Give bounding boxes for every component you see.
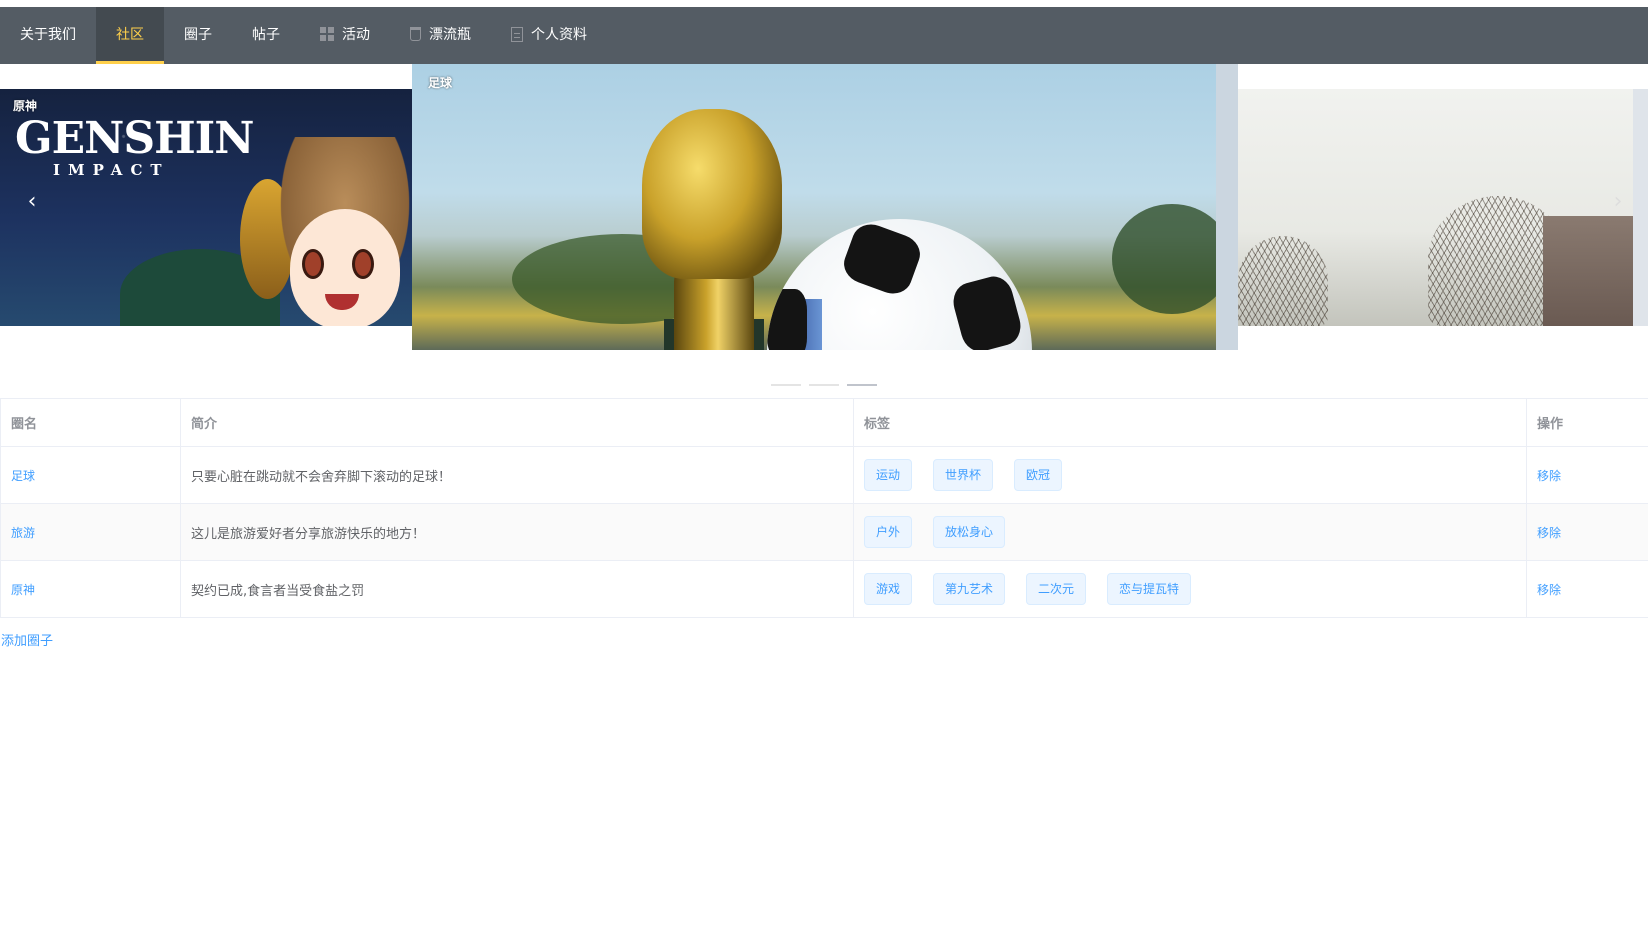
cell-action: 移除 [1526, 446, 1648, 504]
tree-image [1238, 236, 1328, 326]
cell-action: 移除 [1526, 503, 1648, 561]
cell-intro: 只要心脏在跳动就不会舍弃脚下滚动的足球！ [180, 446, 854, 504]
cell-intro: 这儿是旅游爱好者分享旅游快乐的地方！ [180, 503, 854, 561]
add-circle-button[interactable]: 添加圈子 [1, 630, 53, 649]
tag: 运动 [864, 459, 913, 491]
cell-name: 原神 [0, 560, 181, 618]
tag: 恋与提瓦特 [1107, 573, 1192, 605]
carousel-indicator-active[interactable] [847, 384, 877, 386]
cell-name: 足球 [0, 446, 181, 504]
remove-button[interactable]: 移除 [1537, 583, 1561, 597]
building-image [1543, 216, 1633, 326]
nav-item-posts[interactable]: 帖子 [232, 7, 300, 64]
bottle-icon [410, 27, 421, 41]
nav-item-profile[interactable]: 个人资料 [491, 7, 607, 64]
nav-item-drift-bottle[interactable]: 漂流瓶 [390, 7, 491, 64]
cell-name: 旅游 [0, 503, 181, 561]
tag: 欧冠 [1014, 459, 1063, 491]
circle-name-link[interactable]: 足球 [11, 469, 35, 483]
column-header-name: 圈名 [0, 398, 181, 447]
carousel-slide-genshin[interactable]: GENSHIN IMPACT 原神 [0, 89, 412, 326]
character-eye-image [302, 249, 324, 279]
tag: 第九艺术 [933, 573, 1006, 605]
cell-action: 移除 [1526, 560, 1648, 618]
remove-button[interactable]: 移除 [1537, 469, 1561, 483]
trees-image [1112, 204, 1232, 314]
column-header-tags: 标签 [853, 398, 1527, 447]
carousel-indicators [771, 384, 877, 386]
table-row: 原神 契约已成,食言者当受食盐之罚 游戏 第九艺术 二次元 恋与提瓦特 移除 [0, 560, 1648, 618]
nav-item-label: 圈子 [184, 27, 212, 43]
remove-button[interactable]: 移除 [1537, 526, 1561, 540]
slide-edge [1216, 64, 1238, 350]
cell-tags: 运动 世界杯 欧冠 [853, 446, 1527, 504]
circle-name-link[interactable]: 旅游 [11, 526, 35, 540]
nav-item-circles[interactable]: 圈子 [164, 7, 232, 64]
nav-item-community[interactable]: 社区 [96, 7, 164, 64]
nav-item-label: 个人资料 [531, 27, 587, 43]
nav-item-about[interactable]: 关于我们 [0, 7, 96, 64]
carousel: GENSHIN IMPACT 原神 足球 ‹ › [0, 64, 1648, 386]
character-eye-image [352, 249, 374, 279]
table-row: 旅游 这儿是旅游爱好者分享旅游快乐的地方！ 户外 放松身心 移除 [0, 503, 1648, 561]
cell-tags: 游戏 第九艺术 二次元 恋与提瓦特 [853, 560, 1527, 618]
nav-item-label: 漂流瓶 [429, 27, 471, 43]
cell-tags: 户外 放松身心 [853, 503, 1527, 561]
nav-item-label: 关于我们 [20, 27, 76, 43]
carousel-slide-football[interactable]: 足球 [412, 64, 1238, 350]
logo-title: GENSHIN [15, 113, 254, 164]
column-header-intro: 简介 [180, 398, 854, 447]
carousel-indicator[interactable] [771, 384, 801, 386]
football-image [767, 219, 1032, 350]
grid-icon [320, 27, 334, 41]
tag: 世界杯 [933, 459, 994, 491]
genshin-logo: GENSHIN IMPACT [15, 113, 254, 180]
tag: 户外 [864, 516, 913, 548]
chevron-left-icon[interactable]: ‹ [14, 186, 50, 222]
nav-item-label: 帖子 [252, 27, 280, 43]
carousel-indicator[interactable] [809, 384, 839, 386]
circle-table: 圈名 简介 标签 操作 足球 只要心脏在跳动就不会舍弃脚下滚动的足球！ 运动 世… [0, 398, 1648, 618]
cell-intro: 契约已成,食言者当受食盐之罚 [180, 560, 854, 618]
tag: 游戏 [864, 573, 913, 605]
trophy-image [642, 109, 782, 279]
slide-label: 原神 [13, 99, 38, 113]
table-row: 足球 只要心脏在跳动就不会舍弃脚下滚动的足球！ 运动 世界杯 欧冠 移除 [0, 446, 1648, 504]
circle-name-link[interactable]: 原神 [11, 583, 35, 597]
page: 关于我们 社区 圈子 帖子 活动 漂流瓶 个人资料 GENSHIN IMPACT… [0, 0, 1648, 932]
tag: 放松身心 [933, 516, 1006, 548]
column-header-action: 操作 [1526, 398, 1648, 447]
tag: 二次元 [1026, 573, 1087, 605]
carousel-slide-travel[interactable] [1238, 89, 1633, 326]
nav-item-label: 活动 [342, 27, 370, 43]
chevron-right-icon[interactable]: › [1600, 186, 1636, 222]
slide-label: 足球 [428, 76, 453, 90]
nav-item-label: 社区 [116, 27, 144, 43]
top-nav: 关于我们 社区 圈子 帖子 活动 漂流瓶 个人资料 [0, 7, 1648, 64]
table-header-row: 圈名 简介 标签 操作 [0, 398, 1648, 447]
nav-item-activities[interactable]: 活动 [300, 7, 390, 64]
document-icon [511, 26, 523, 42]
